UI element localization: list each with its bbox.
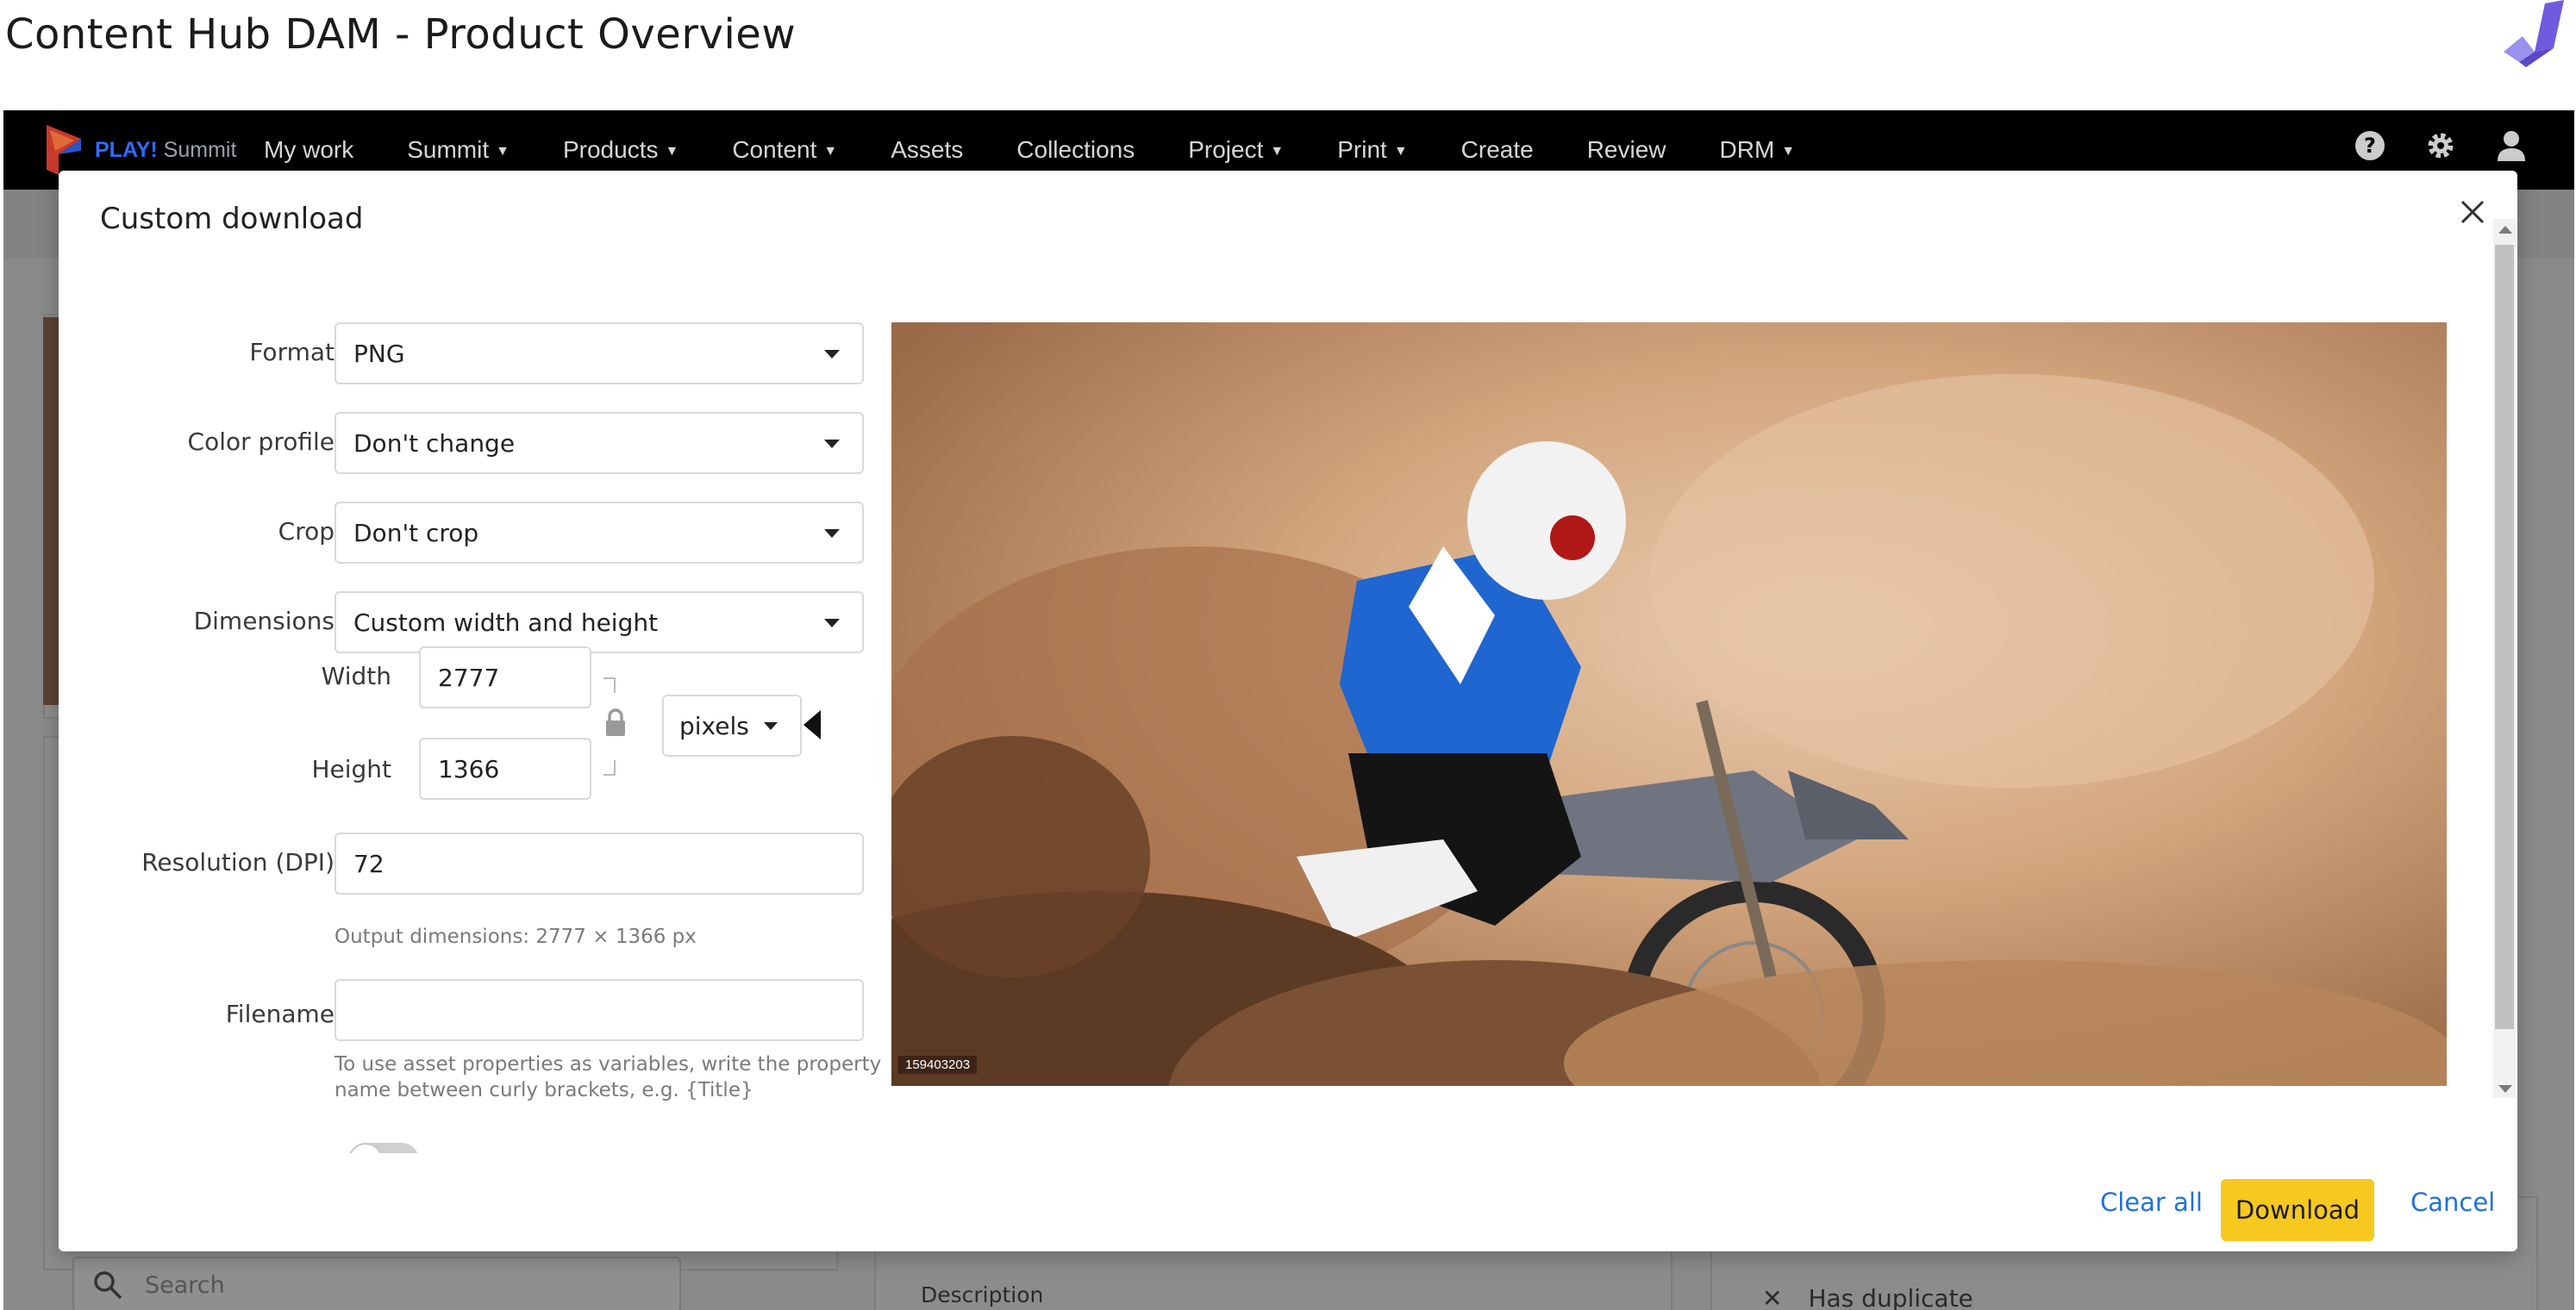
brand-play-text: PLAY! [95,137,158,162]
close-button[interactable] [2454,193,2492,231]
resolution-label: Resolution (DPI) [141,848,335,876]
height-label: Height [311,755,391,783]
nav-item-project[interactable]: Project ▼ [1188,136,1284,164]
background-search-field: Search [72,1257,681,1310]
caret-down-icon: ▼ [1270,143,1285,159]
chevron-down-icon [764,722,778,730]
nav-item-drm[interactable]: DRM ▼ [1720,136,1796,164]
dimensions-select[interactable]: Custom width and height [335,591,864,653]
brand-name-text: Summit [163,137,237,162]
search-icon [94,1271,122,1300]
crop-value: Don't crop [353,518,479,547]
crop-select[interactable]: Don't crop [335,502,864,564]
caret-down-icon: ▼ [1781,143,1796,159]
crop-label: Crop [278,517,335,546]
aspect-bracket-bottom [603,760,616,776]
resolution-input[interactable]: 72 [335,833,864,895]
aspect-bracket-top [603,677,616,693]
width-label: Width [321,662,391,690]
toggle-switch[interactable] [348,1143,419,1153]
caret-down-icon: ▼ [496,143,510,159]
caret-down-icon: ▼ [823,143,838,159]
close-icon [2460,200,2485,224]
format-select[interactable]: PNG [335,322,864,384]
nav-item-content[interactable]: Content ▼ [732,136,837,164]
chevron-down-icon [824,619,840,627]
x-icon: ✕ [1762,1284,1783,1310]
dialog-footer: Clear all Download Cancel [59,1153,2517,1251]
chevron-down-icon [824,350,840,359]
filename-input[interactable] [335,979,864,1041]
nav-item-my-work[interactable]: My work [264,136,353,164]
custom-download-dialog: Custom download Format PNG Color profile… [59,171,2517,1251]
sitecore-logo-icon [2504,0,2564,67]
nav-item-collections[interactable]: Collections [1016,136,1135,164]
unit-select[interactable]: pixels [662,695,802,757]
dimensions-label: Dimensions [193,607,335,635]
page-header: Content Hub DAM - Product Overview [0,0,2576,110]
nav-item-products[interactable]: Products ▼ [563,136,678,164]
nav-item-review[interactable]: Review [1587,136,1666,164]
scroll-up-icon[interactable] [2498,226,2512,234]
dialog-scrollbar[interactable] [2490,219,2516,1098]
output-dimensions-text: Output dimensions: 2777 × 1366 px [335,926,697,948]
background-has-duplicate: ✕ Has duplicate [1762,1284,1973,1310]
format-value: PNG [353,339,405,368]
filename-hint: To use asset properties as variables, wr… [335,1053,882,1101]
nav-item-assets[interactable]: Assets [891,136,963,164]
user-icon[interactable] [2493,128,2529,164]
caret-down-icon: ▼ [665,143,679,159]
motocross-photo [891,322,2447,1086]
search-placeholder: Search [145,1271,225,1299]
help-icon[interactable]: ? [2352,128,2388,164]
format-label: Format [249,338,335,366]
color-profile-select[interactable]: Don't change [335,412,864,474]
color-profile-label: Color profile [187,427,335,456]
scroll-down-icon[interactable] [2498,1085,2512,1093]
color-profile-value: Don't change [353,428,516,458]
gear-icon[interactable] [2423,128,2459,164]
asset-id-badge: 159403203 [898,1056,978,1074]
asset-preview-image: 159403203 [891,322,2447,1086]
background-thumbnail [43,317,60,705]
download-button[interactable]: Download [2221,1179,2374,1241]
chevron-down-icon [824,440,840,448]
dimensions-value: Custom width and height [353,608,659,637]
nav-item-create[interactable]: Create [1461,136,1534,164]
scrollbar-thumb[interactable] [2495,245,2514,1029]
lock-icon[interactable] [602,707,629,738]
page-title: Content Hub DAM - Product Overview [5,10,797,59]
filename-label: Filename [225,1000,335,1028]
svg-text:?: ? [2364,134,2376,158]
height-input[interactable]: 1366 [419,738,591,800]
dialog-title: Custom download [100,202,364,236]
dialog-body: Format PNG Color profile Don't change Cr… [59,274,2517,1153]
nav-icons: ? [2352,128,2529,164]
clear-all-button[interactable]: Clear all [2100,1176,2203,1229]
unit-value: pixels [679,711,749,740]
cancel-button[interactable]: Cancel [2410,1176,2495,1229]
nav-item-print[interactable]: Print ▼ [1337,136,1407,164]
background-description-label: Description [921,1282,1044,1307]
pointer-caret-icon [803,710,821,739]
width-input[interactable]: 2777 [419,646,591,708]
chevron-down-icon [824,529,840,538]
nav-item-summit[interactable]: Summit ▼ [407,136,510,164]
caret-down-icon: ▼ [1393,143,1408,159]
